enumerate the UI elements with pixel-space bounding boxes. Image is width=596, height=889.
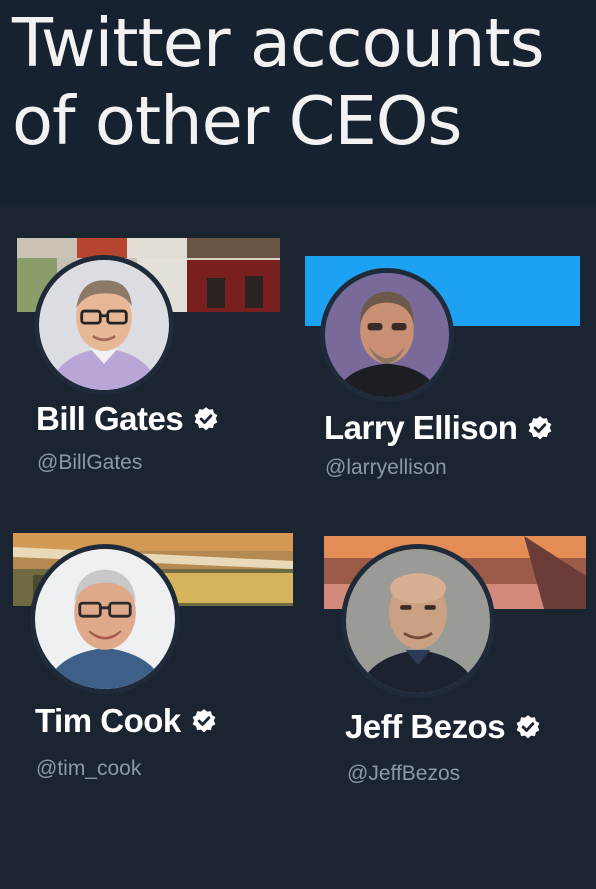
page-title: Twitter accounts of other CEOs	[12, 4, 592, 160]
bill-gates-avatar-image	[39, 260, 169, 390]
verified-badge-icon	[527, 415, 553, 441]
bill-gates-avatar[interactable]	[34, 255, 174, 395]
larry-ellison-avatar-image	[325, 273, 449, 397]
verified-badge-icon	[515, 714, 541, 740]
profile-handle[interactable]: @tim_cook	[36, 757, 141, 781]
profile-name[interactable]: Tim Cook	[35, 702, 181, 740]
larry-ellison-avatar[interactable]	[320, 268, 454, 402]
profile-handle[interactable]: @BillGates	[37, 451, 142, 475]
jeff-bezos-avatar-image	[346, 549, 490, 693]
profile-name[interactable]: Larry Ellison	[324, 409, 518, 447]
verified-badge-icon	[191, 708, 217, 734]
tim-cook-avatar[interactable]	[30, 544, 180, 694]
profile-name-row: Jeff Bezos	[345, 708, 541, 746]
tim-cook-avatar-image	[35, 549, 175, 689]
profile-handle[interactable]: @larryellison	[325, 456, 447, 480]
profile-name[interactable]: Jeff Bezos	[345, 708, 506, 746]
profile-name-row: Larry Ellison	[324, 409, 553, 447]
profile-name-row: Bill Gates	[36, 400, 219, 438]
verified-badge-icon	[193, 406, 219, 432]
jeff-bezos-avatar[interactable]	[341, 544, 495, 698]
header: Twitter accounts of other CEOs	[0, 0, 596, 205]
title-line-2: of other CEOs	[12, 82, 462, 160]
profile-name-row: Tim Cook	[35, 702, 217, 740]
title-line-1: Twitter accounts	[12, 4, 545, 82]
profile-name[interactable]: Bill Gates	[36, 400, 184, 438]
profile-handle[interactable]: @JeffBezos	[347, 762, 460, 786]
